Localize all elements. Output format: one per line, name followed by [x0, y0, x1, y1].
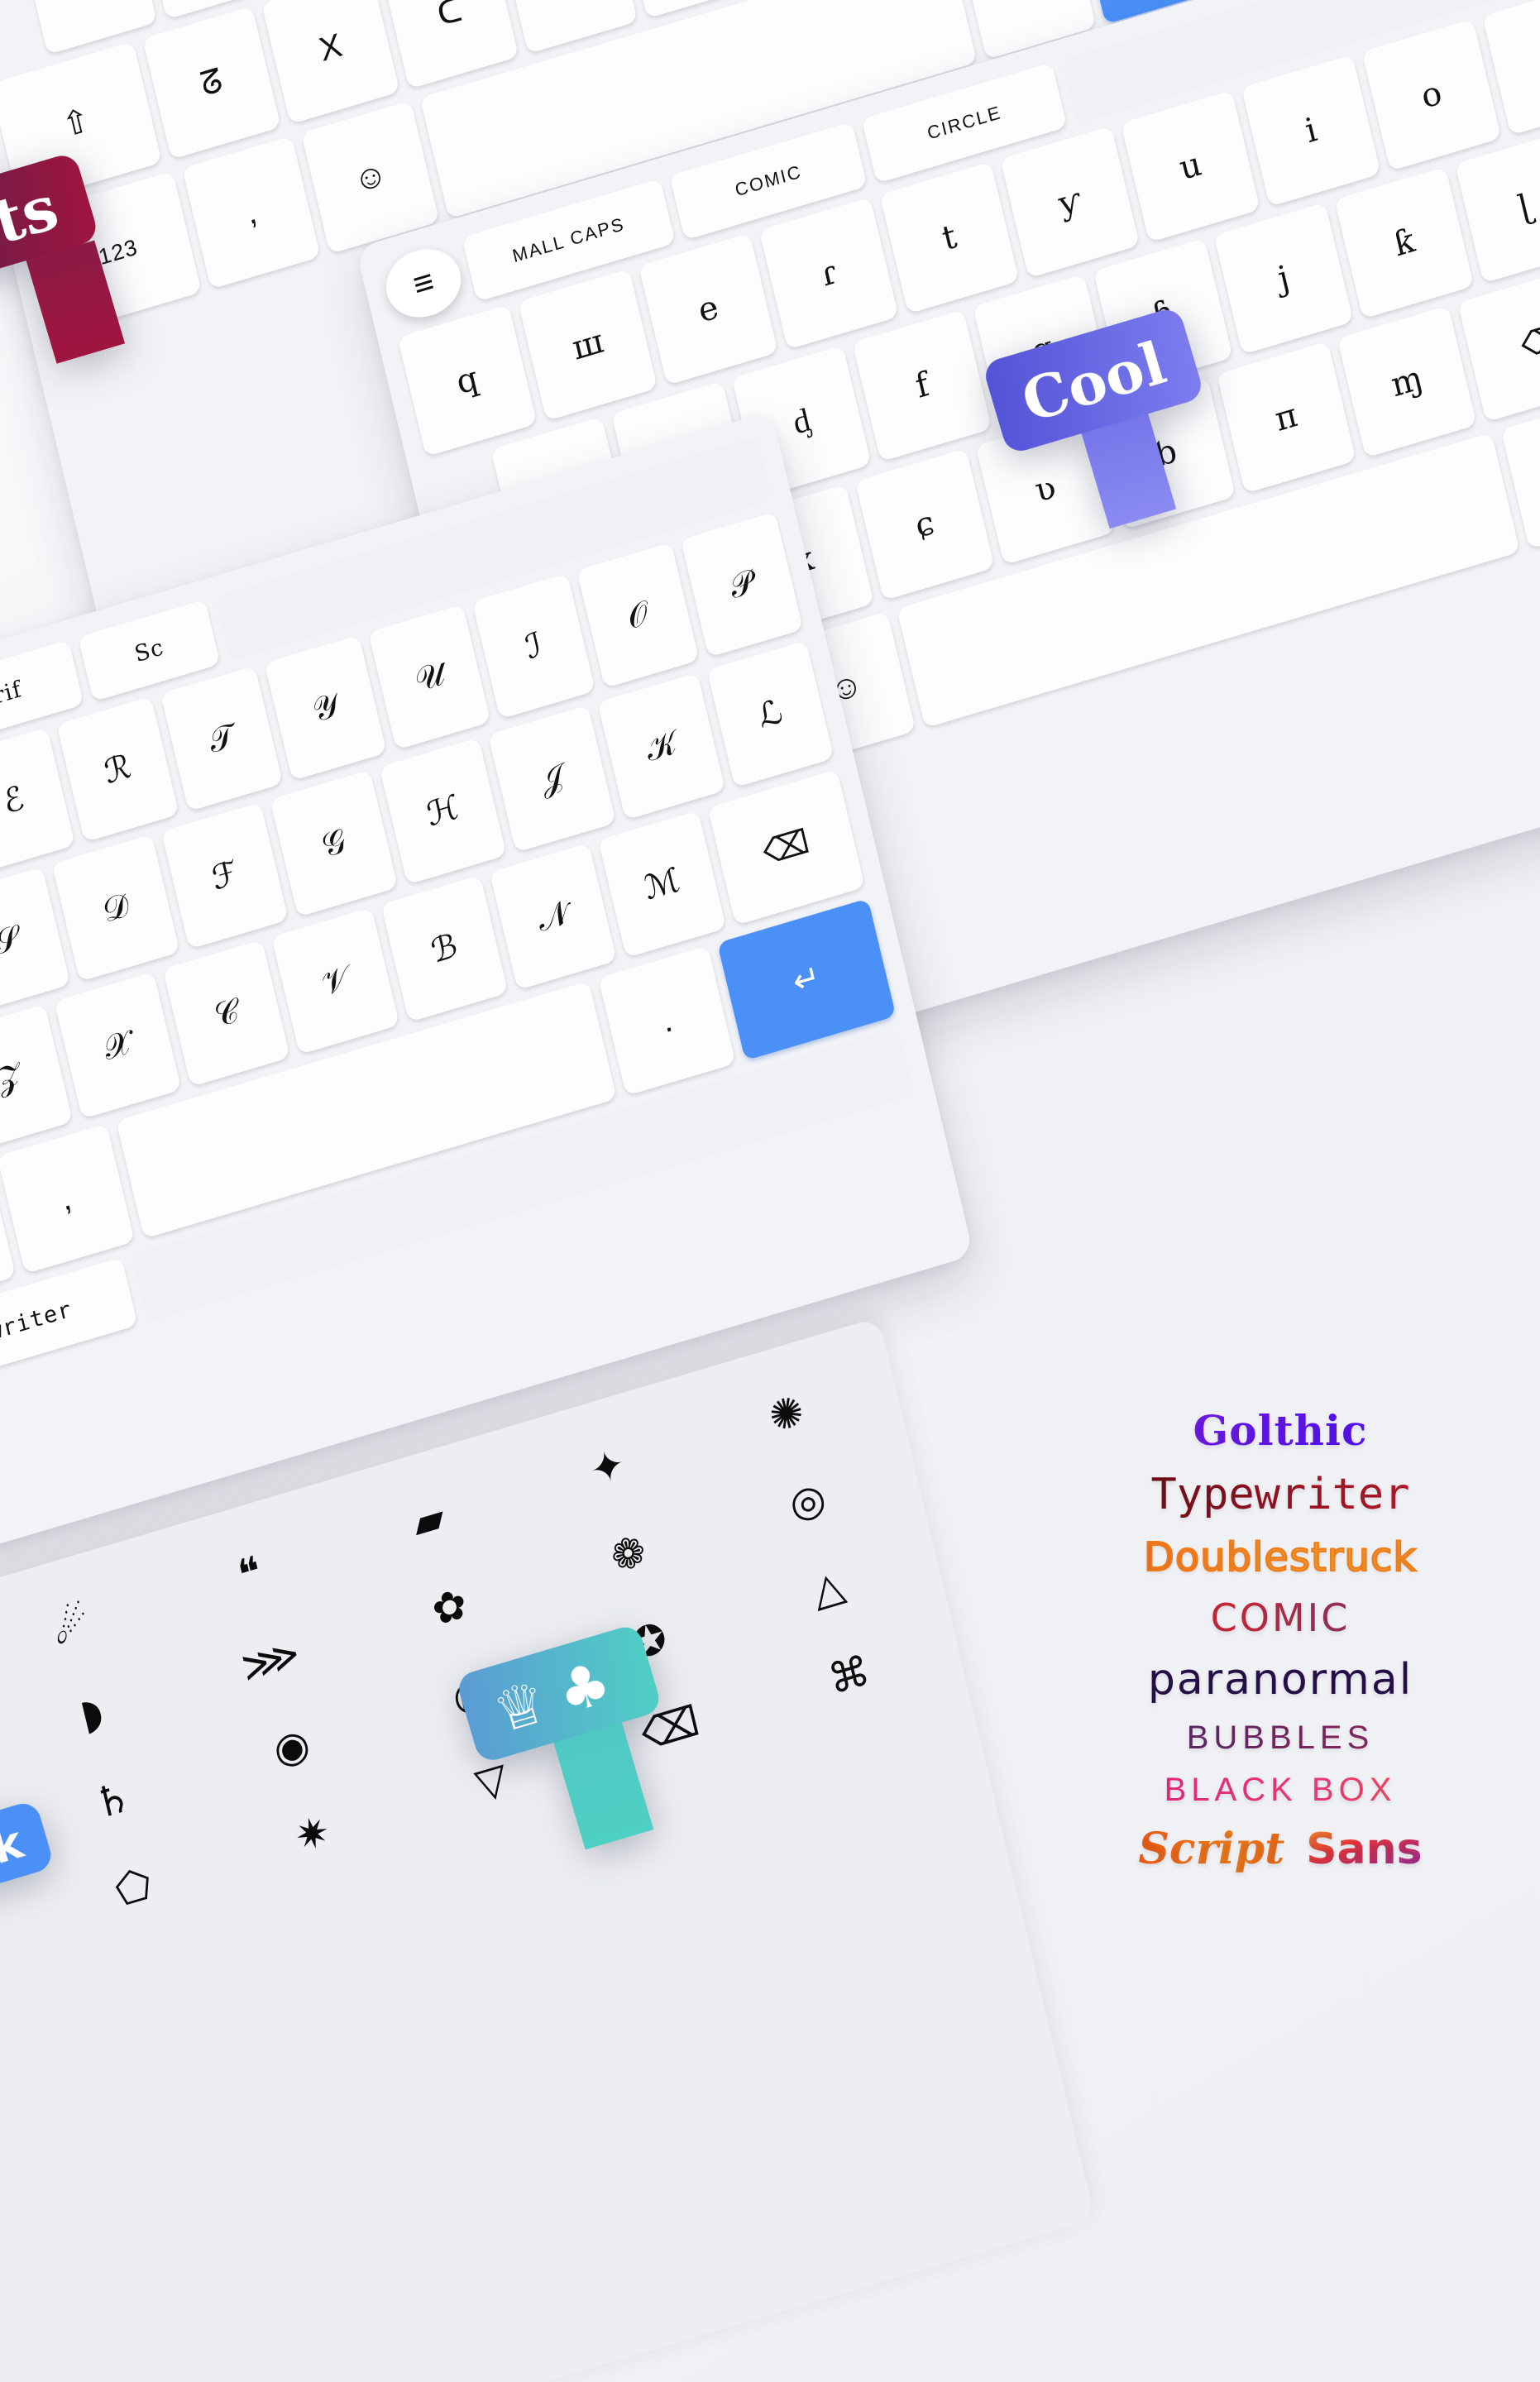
menu-icon-gothic[interactable]: ≡: [379, 240, 468, 327]
sample-paranormal: paranormal: [1147, 1655, 1413, 1705]
gkey-c[interactable]: ɕ: [854, 448, 995, 601]
gkey-m[interactable]: ɱ: [1337, 305, 1477, 458]
skey-j[interactable]: 𝒥: [488, 705, 616, 853]
skey-f[interactable]: ℱ: [160, 801, 289, 949]
gkey-k[interactable]: ƙ: [1334, 166, 1475, 319]
skey-x[interactable]: 𝒳: [54, 972, 182, 1120]
sample-blackbox: BLACK BOX: [1049, 1772, 1512, 1809]
skey-v[interactable]: 𝒱: [271, 907, 399, 1055]
gkey-i[interactable]: i: [1241, 55, 1381, 207]
gkey-u[interactable]: u: [1121, 90, 1260, 243]
period-key-script[interactable]: .: [598, 945, 736, 1096]
skey-h[interactable]: ℋ: [379, 737, 507, 885]
comma-key[interactable]: ,: [182, 136, 321, 289]
sample-gothic: Golthic: [1049, 1406, 1512, 1455]
key-z[interactable]: ᘔ: [142, 6, 281, 160]
font-tab-typewriter[interactable]: Typewriter: [0, 1257, 138, 1401]
sample-script-sans-row: Script Sans: [1049, 1824, 1512, 1874]
gkey-w[interactable]: ш: [518, 269, 658, 422]
sample-script: Script: [1138, 1824, 1285, 1874]
skey-i[interactable]: ℐ: [472, 573, 595, 720]
gkey-q[interactable]: q: [397, 304, 538, 457]
skey-m[interactable]: ℳ: [598, 811, 726, 959]
cool-badge-stem: [1081, 414, 1177, 529]
promo-screenshot: ter ≡ ᑫ ᗯ Ɛ ᖇ T Ƴ ᑌ I O ᑭ ᗩ S ᗪ: [0, 0, 1540, 2382]
skey-n[interactable]: 𝒩: [489, 843, 618, 991]
comma-key-script[interactable]: ,: [0, 1123, 135, 1275]
skey-b[interactable]: ℬ: [380, 875, 509, 1023]
gkey-f[interactable]: f: [852, 309, 992, 462]
gkey-e[interactable]: e: [638, 232, 778, 385]
sample-typewriter: Typewriter: [1049, 1470, 1512, 1519]
skey-p[interactable]: 𝒫: [680, 511, 804, 658]
skey-t[interactable]: 𝒯: [160, 666, 284, 812]
gkey-r[interactable]: ɾ: [758, 197, 899, 350]
key-x[interactable]: X: [261, 0, 400, 125]
sample-doublestruck: Doublestruck: [1049, 1533, 1512, 1581]
skey-d[interactable]: 𝒟: [51, 835, 180, 982]
skey-l[interactable]: ℒ: [706, 640, 835, 788]
skey-k[interactable]: 𝒦: [597, 672, 725, 820]
sample-bubbles: BUBBLES: [1049, 1720, 1512, 1757]
skey-o[interactable]: 𝒪: [576, 543, 700, 689]
skey-r[interactable]: ℛ: [55, 696, 179, 843]
gkey-o[interactable]: o: [1361, 18, 1502, 171]
sample-sans: Sans: [1306, 1825, 1423, 1874]
gkey-t[interactable]: t: [879, 161, 1020, 314]
gkey-y[interactable]: ƴ: [1000, 126, 1141, 279]
symbol-item[interactable]: ▽: [0, 1883, 43, 1997]
skey-c[interactable]: 𝒞: [162, 940, 291, 1088]
gkey-n[interactable]: п: [1217, 341, 1356, 494]
gkey-j[interactable]: ј: [1213, 202, 1354, 355]
sample-comic: COMIC: [1049, 1595, 1512, 1640]
symbols-badge-stem: [553, 1722, 654, 1850]
font-sample-list: Golthic Typewriter Doublestruck COMIC pa…: [1049, 1406, 1512, 1889]
skey-g[interactable]: 𝒢: [270, 769, 399, 917]
backspace-icon-script[interactable]: ⌫: [707, 769, 865, 926]
skey-y[interactable]: 𝒴: [264, 634, 388, 781]
skey-u[interactable]: 𝒰: [368, 604, 491, 750]
